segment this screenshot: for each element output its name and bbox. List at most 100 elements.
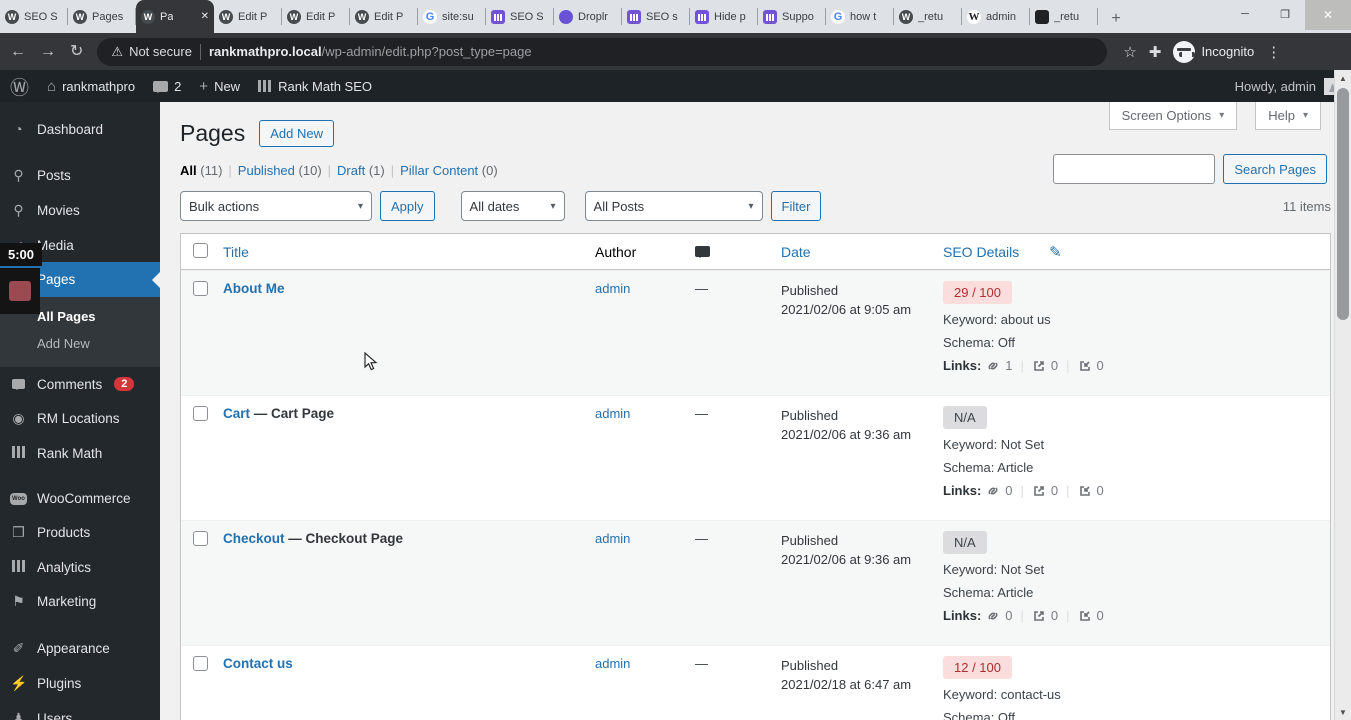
browser-tab[interactable]: W Edit P	[214, 0, 282, 33]
sidebar-item-label: Plugins	[37, 676, 82, 691]
sidebar-item-woocommerce[interactable]: Woo WooCommerce	[0, 482, 160, 515]
sidebar-item-appearance[interactable]: ✐ Appearance	[0, 631, 160, 666]
sidebar-item-analytics[interactable]: Analytics	[0, 550, 160, 584]
filter-button[interactable]: Filter	[770, 191, 822, 221]
browser-tab[interactable]: W Edit P	[282, 0, 350, 33]
comments-menu[interactable]: 2	[153, 79, 181, 94]
help-toggle[interactable]: Help ▾	[1255, 102, 1321, 130]
recorder-stop-button[interactable]	[9, 281, 31, 301]
seo-details-header[interactable]: SEO Details	[943, 244, 1019, 260]
analytics-bars-icon	[10, 559, 27, 575]
author-link[interactable]: admin	[595, 406, 630, 421]
row-checkbox[interactable]	[193, 656, 208, 671]
extensions-puzzle-icon[interactable]: ✚	[1149, 43, 1162, 61]
apply-button[interactable]: Apply	[380, 191, 435, 221]
add-new-button[interactable]: Add New	[259, 120, 334, 147]
site-name-menu[interactable]: ⌂ rankmathpro	[47, 78, 135, 95]
browser-tab[interactable]: G site:su	[418, 0, 486, 33]
view-pillar-content[interactable]: Pillar Content (0)	[400, 163, 498, 178]
browser-tab[interactable]: W Pages	[68, 0, 136, 33]
sidebar-item-plugins[interactable]: ⚡ Plugins	[0, 666, 160, 701]
wp-logo-menu[interactable]: Ⓦ	[10, 73, 29, 100]
sidebar-item-marketing[interactable]: ⚑ Marketing	[0, 584, 160, 619]
sidebar-item-movies[interactable]: ⚲ Movies	[0, 193, 160, 228]
browser-tab[interactable]: SEO S	[486, 0, 554, 33]
browser-tab[interactable]: _retu	[1030, 0, 1098, 33]
toolbar-right: ☆ ✚ Incognito ⋮	[1123, 40, 1281, 63]
page-scrollbar[interactable]: ▲ ▼	[1334, 70, 1351, 720]
scrollbar-thumb[interactable]	[1337, 88, 1349, 320]
droplr-favicon	[559, 9, 573, 24]
back-icon[interactable]: ←	[10, 43, 26, 60]
search-pages-button[interactable]: Search Pages	[1223, 154, 1327, 184]
browser-tab[interactable]: W admin	[962, 0, 1030, 33]
sort-date-header[interactable]: Date	[781, 244, 811, 260]
scroll-down-arrow[interactable]: ▼	[1335, 704, 1351, 720]
view-published[interactable]: Published (10)	[238, 163, 322, 178]
sidebar-item-rank-math[interactable]: Rank Math	[0, 436, 160, 470]
tab-close-icon[interactable]: ✕	[201, 11, 209, 22]
row-checkbox[interactable]	[193, 531, 208, 546]
scroll-up-arrow[interactable]: ▲	[1335, 70, 1351, 86]
browser-tab[interactable]: SEO s	[622, 0, 690, 33]
submenu-add-new[interactable]: Add New	[0, 330, 160, 357]
wp-admin-bar: Ⓦ ⌂ rankmathpro 2 + New Rank Math SEO Ho…	[0, 70, 1351, 102]
wikipedia-favicon: W	[967, 9, 981, 24]
page-title-link[interactable]: About Me	[223, 281, 285, 296]
author-link[interactable]: admin	[595, 281, 630, 296]
rank-math-chart-icon	[10, 445, 27, 461]
comments-icon	[10, 376, 27, 392]
close-button[interactable]: ✕	[1305, 0, 1351, 30]
search-input[interactable]	[1053, 154, 1216, 184]
page-title-link[interactable]: Contact us	[223, 656, 293, 671]
browser-tab[interactable]: Droplr	[554, 0, 622, 33]
bulk-actions-select[interactable]: Bulk actions ▾	[180, 191, 372, 221]
bookmark-star-icon[interactable]: ☆	[1123, 43, 1136, 61]
rank-math-menu[interactable]: Rank Math SEO	[258, 79, 372, 94]
sidebar-item-users[interactable]: ♟ Users	[0, 701, 160, 720]
browser-tab[interactable]: Hide p	[690, 0, 758, 33]
new-content-menu[interactable]: + New	[199, 78, 240, 95]
new-tab-button[interactable]: +	[1102, 5, 1130, 33]
not-secure-warning[interactable]: ⚠ Not secure	[111, 44, 192, 60]
seo-score-badge: N/A	[943, 406, 987, 429]
dashboard-icon: ◔	[14, 121, 23, 137]
browser-tab-active[interactable]: W Pa ✕	[136, 0, 214, 33]
seo-details-cell: 29 / 100 Keyword: about us Schema: Off L…	[943, 281, 1330, 373]
row-checkbox[interactable]	[193, 281, 208, 296]
browser-menu-icon[interactable]: ⋮	[1266, 43, 1281, 61]
browser-tab[interactable]: W Edit P	[350, 0, 418, 33]
forward-icon[interactable]: →	[40, 43, 56, 60]
reload-icon[interactable]: ↻	[70, 43, 83, 60]
browser-tab[interactable]: W _retu	[894, 0, 962, 33]
restore-button[interactable]: ❐	[1265, 0, 1305, 28]
view-draft[interactable]: Draft (1)	[337, 163, 385, 178]
sidebar-item-posts[interactable]: ⚲ Posts	[0, 158, 160, 193]
select-all-checkbox[interactable]	[193, 242, 208, 258]
author-link[interactable]: admin	[595, 531, 630, 546]
sidebar-item-rm-locations[interactable]: ◉ RM Locations	[0, 401, 160, 436]
sort-title-header[interactable]: Title	[223, 244, 249, 260]
incognito-icon	[1173, 40, 1196, 63]
page-title-link[interactable]: Cart	[223, 406, 250, 421]
sidebar-item-comments[interactable]: Comments 2	[0, 367, 160, 401]
address-bar[interactable]: ⚠ Not secure rankmathpro.local/wp-admin/…	[97, 37, 1108, 66]
screen-options-toggle[interactable]: Screen Options ▾	[1108, 102, 1238, 130]
dates-filter-select[interactable]: All dates ▾	[460, 191, 565, 221]
author-link[interactable]: admin	[595, 656, 630, 671]
sidebar-item-products[interactable]: ❒ Products	[0, 515, 160, 550]
howdy-label: Howdy, admin	[1234, 78, 1316, 94]
browser-tab[interactable]: W SEO S	[0, 0, 68, 33]
account-menu[interactable]: Howdy, admin ♟	[1234, 77, 1341, 95]
page-title-link[interactable]: Checkout	[223, 531, 285, 546]
view-all[interactable]: All (11)	[180, 163, 222, 178]
row-checkbox[interactable]	[193, 406, 208, 421]
seo-details-cell: N/A Keyword: Not Set Schema: Article Lin…	[943, 531, 1330, 623]
sidebar-item-dashboard[interactable]: ◔ Dashboard	[0, 112, 160, 146]
browser-tab[interactable]: Suppo	[758, 0, 826, 33]
browser-tab[interactable]: G how t	[826, 0, 894, 33]
incoming-link-icon	[1079, 611, 1090, 621]
pencil-edit-icon[interactable]: ✎	[1049, 244, 1062, 261]
posts-filter-select[interactable]: All Posts ▾	[584, 191, 763, 221]
minimize-button[interactable]: ─	[1225, 0, 1265, 28]
